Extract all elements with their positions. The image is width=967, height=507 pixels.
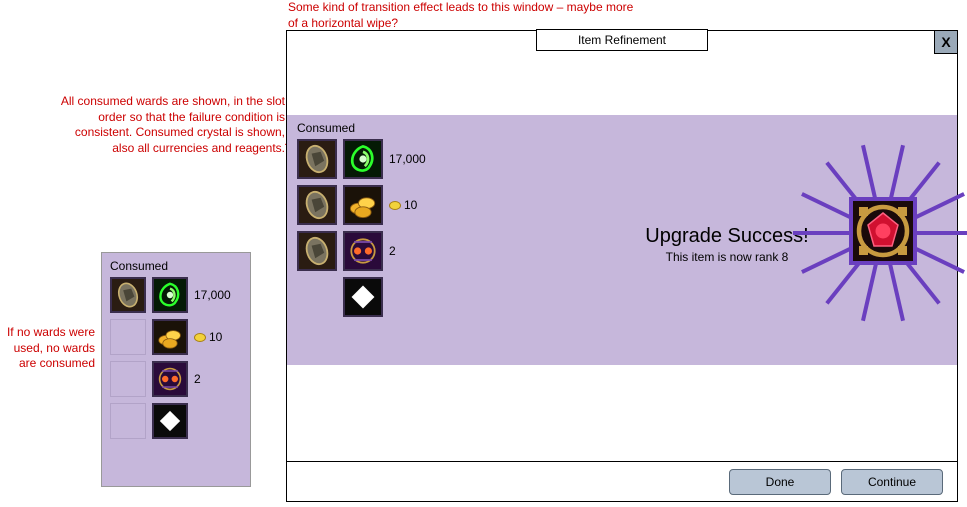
item-slot — [152, 319, 188, 355]
gold-icon — [389, 201, 401, 210]
gold-icon — [194, 333, 206, 342]
ward-slot-spacer — [297, 277, 337, 317]
ward-slot-empty — [110, 361, 146, 397]
consumed-row — [297, 277, 537, 317]
annotation-no-wards: If no wards were used, no wards are cons… — [0, 325, 95, 372]
consumed-row — [110, 403, 242, 439]
item-slot — [152, 403, 188, 439]
qty-value: 10 — [209, 330, 222, 344]
window-footer: Done Continue — [287, 461, 957, 501]
qty-value: 2 — [389, 244, 396, 258]
refinement-window: Item Refinement X Consumed 17,000 10 2 Upg… — [286, 30, 958, 502]
qty-value: 2 — [194, 372, 201, 386]
done-button[interactable]: Done — [729, 469, 831, 495]
continue-button[interactable]: Continue — [841, 469, 943, 495]
ward-slot-empty — [110, 403, 146, 439]
item-qty: 2 — [389, 244, 396, 258]
item-qty: 10 — [389, 198, 417, 212]
item-qty: 17,000 — [389, 152, 426, 166]
ward-slot — [110, 277, 146, 313]
side-consumed-panel: Consumed 17,000 10 2 — [101, 252, 251, 487]
consumed-row: 2 — [110, 361, 242, 397]
item-slot — [343, 185, 383, 225]
item-slot — [152, 361, 188, 397]
consumed-panel: Consumed 17,000102 Upgrade Success! This… — [287, 115, 957, 365]
item-slot — [343, 231, 383, 271]
item-qty: 10 — [194, 330, 222, 344]
item-qty: 2 — [194, 372, 201, 386]
qty-value: 10 — [404, 198, 417, 212]
window-title: Item Refinement — [536, 29, 708, 51]
item-qty: 17,000 — [194, 288, 231, 302]
item-slot — [343, 139, 383, 179]
consumed-row: 17,000 — [110, 277, 242, 313]
ward-slot — [297, 185, 337, 225]
consumed-label: Consumed — [297, 121, 947, 135]
item-slot — [152, 277, 188, 313]
ward-slot-empty — [110, 319, 146, 355]
consumed-row: 2 — [297, 231, 537, 271]
qty-value: 17,000 — [194, 288, 231, 302]
result-item — [843, 191, 923, 271]
upgrade-title: Upgrade Success! — [597, 225, 857, 248]
item-slot — [343, 277, 383, 317]
close-button[interactable]: X — [934, 30, 958, 54]
result-slot — [849, 197, 917, 265]
annotation-transition: Some kind of transition effect leads to … — [288, 0, 638, 31]
consumed-row: 17,000 — [297, 139, 537, 179]
ward-slot — [297, 231, 337, 271]
qty-value: 17,000 — [389, 152, 426, 166]
ward-slot — [297, 139, 337, 179]
consumed-row: 10 — [110, 319, 242, 355]
side-consumed-grid: 17,000 10 2 — [110, 277, 242, 439]
side-consumed-label: Consumed — [110, 259, 242, 273]
consumed-row: 10 — [297, 185, 537, 225]
annotation-consumed: All consumed wards are shown, in the slo… — [55, 94, 285, 156]
consumed-grid: 17,000 10 2 — [297, 139, 537, 317]
